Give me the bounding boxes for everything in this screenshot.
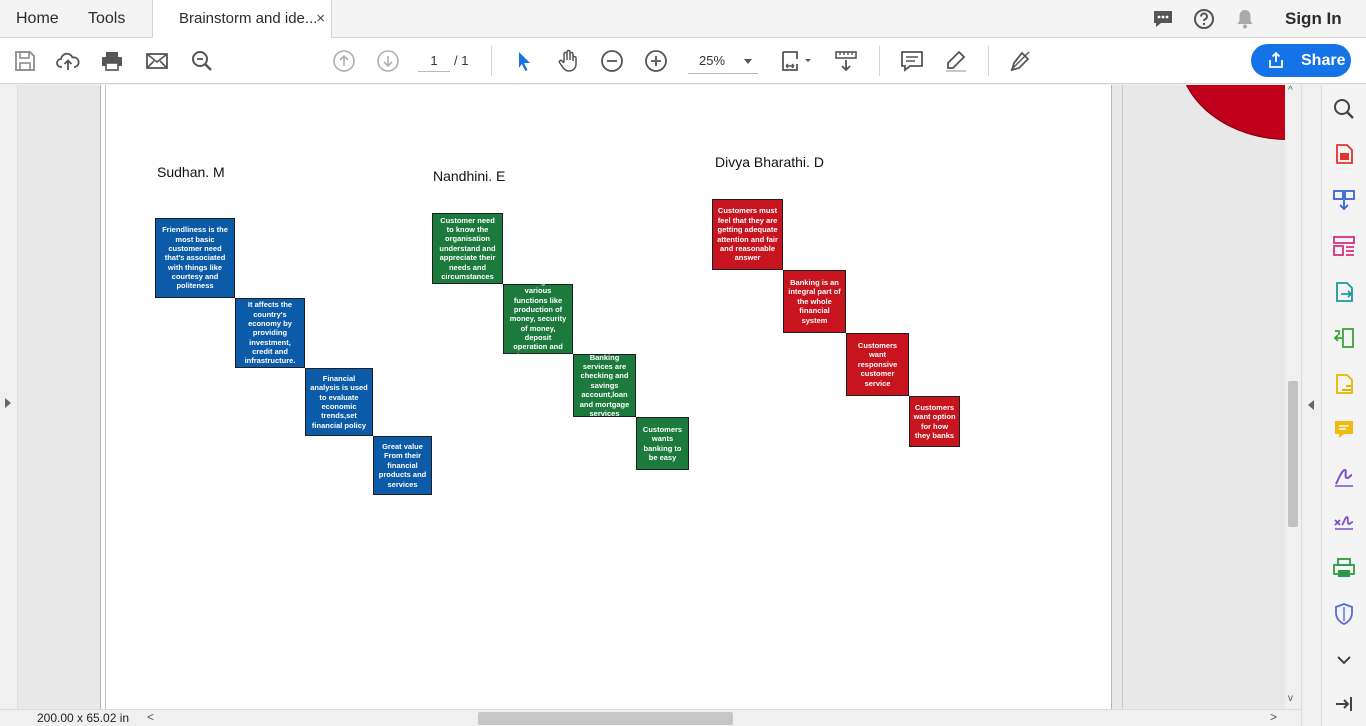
left-panel-toggle[interactable]	[0, 85, 18, 709]
comment-icon[interactable]	[900, 49, 924, 73]
previous-page-icon[interactable]	[332, 49, 356, 73]
save-icon[interactable]	[13, 49, 37, 73]
vertical-scrollbar[interactable]: ^ v	[1285, 85, 1301, 709]
tab-home[interactable]: Home	[16, 0, 59, 38]
fill-sign-icon[interactable]	[1332, 464, 1356, 488]
more-tools-chevron-icon[interactable]	[1332, 648, 1356, 672]
select-cursor-icon[interactable]	[512, 49, 536, 73]
page-fit-icon[interactable]	[780, 49, 814, 73]
pdf-page: Sudhan. M Friendliness is the most basic…	[100, 85, 1112, 709]
next-pdf-page: globa econom	[1122, 85, 1285, 709]
sticky-note[interactable]: Banking is an integral part of the whole…	[783, 270, 846, 333]
zoom-level-value: 25%	[699, 53, 726, 68]
red-circle-shape: globa econom	[1178, 85, 1285, 140]
edit-pdf-icon[interactable]	[1332, 372, 1356, 396]
scroll-mode-icon[interactable]	[834, 49, 858, 73]
scroll-down-arrow-icon[interactable]: v	[1288, 693, 1293, 704]
sticky-note[interactable]: Banking has various functions like produ…	[503, 277, 573, 361]
help-icon[interactable]	[1193, 8, 1215, 30]
email-icon[interactable]	[145, 49, 169, 73]
page-size-label: 200.00 x 65.02 in	[37, 711, 130, 725]
share-icon	[1269, 51, 1283, 68]
sticky-note[interactable]: Financial analysis is used to evaluate e…	[305, 368, 373, 436]
scroll-left-arrow-icon[interactable]: <	[147, 710, 154, 724]
organize-pages-icon[interactable]	[1332, 234, 1356, 258]
request-signature-icon[interactable]	[1332, 510, 1356, 534]
right-panel-toggle[interactable]	[1301, 85, 1321, 726]
tab-bar: Home Tools Brainstorm and ide... × Sign …	[0, 0, 1366, 39]
sticky-note[interactable]: Customers want responsive customer servi…	[846, 333, 909, 396]
document-tab[interactable]: Brainstorm and ide... ×	[152, 0, 332, 39]
toolbar-divider	[879, 46, 880, 76]
share-button-label: Share	[1301, 52, 1346, 69]
highlight-pen-icon[interactable]	[944, 49, 968, 73]
combine-files-icon[interactable]	[1332, 188, 1356, 212]
next-page-icon[interactable]	[376, 49, 400, 73]
status-bar: 200.00 x 65.02 in < >	[0, 709, 1301, 726]
horizontal-scrollbar-thumb[interactable]	[478, 712, 733, 725]
hand-tool-icon[interactable]	[556, 49, 580, 73]
person-name-nandhini: Nandhini. E	[433, 168, 506, 184]
sticky-note[interactable]: Great value From their financial product…	[373, 436, 432, 495]
toolbar-divider	[491, 46, 492, 76]
vertical-scrollbar-thumb[interactable]	[1288, 381, 1298, 527]
page-total: / 1	[454, 53, 469, 68]
zoom-in-icon[interactable]	[644, 49, 668, 73]
tools-panel	[1321, 85, 1366, 726]
search-zoom-icon[interactable]	[190, 49, 214, 73]
person-name-sudhan: Sudhan. M	[157, 164, 225, 180]
compress-pdf-icon[interactable]	[1332, 326, 1356, 350]
collapse-right-arrow-icon	[1308, 400, 1314, 410]
protect-shield-icon[interactable]	[1332, 602, 1356, 626]
zoom-search-icon[interactable]	[1332, 97, 1356, 121]
sign-pen-icon[interactable]	[1008, 49, 1032, 73]
close-tab-icon[interactable]: ×	[316, 0, 325, 38]
sticky-note[interactable]: Customers must feel that they are gettin…	[712, 199, 783, 270]
notifications-bell-icon[interactable]	[1234, 8, 1256, 30]
expand-left-arrow-icon	[5, 398, 11, 408]
document-viewport[interactable]: Sudhan. M Friendliness is the most basic…	[18, 85, 1285, 709]
sticky-note[interactable]: Customers wants banking to be easy	[636, 417, 689, 470]
comment-tool-icon[interactable]	[1332, 418, 1356, 442]
person-name-divya: Divya Bharathi. D	[715, 154, 824, 170]
collapse-panel-icon[interactable]	[1332, 692, 1356, 716]
tab-tools[interactable]: Tools	[88, 0, 125, 38]
sticky-note[interactable]: It affects the country's economy by prov…	[235, 298, 305, 368]
toolbar-divider	[988, 46, 989, 76]
scroll-up-arrow-icon[interactable]: ^	[1288, 85, 1293, 96]
document-tab-title: Brainstorm and ide...	[179, 10, 318, 27]
share-button[interactable]: Share	[1251, 44, 1351, 77]
chevron-down-icon	[744, 59, 752, 64]
zoom-out-icon[interactable]	[600, 49, 624, 73]
sticky-note[interactable]: Friendliness is the most basic customer …	[155, 218, 235, 298]
print-production-icon[interactable]	[1332, 556, 1356, 580]
sign-in-link[interactable]: Sign In	[1285, 0, 1342, 38]
sticky-note[interactable]: Customers want option for how they banks	[909, 396, 960, 447]
page-number-input[interactable]: 1	[418, 50, 450, 72]
sticky-note[interactable]: Customer need to know the organisation u…	[432, 213, 503, 284]
zoom-level-dropdown[interactable]: 25%	[688, 50, 758, 74]
print-icon[interactable]	[100, 49, 124, 73]
comments-icon[interactable]	[1152, 8, 1174, 30]
sticky-note[interactable]: Banking services are checking and saving…	[573, 353, 636, 418]
cloud-upload-icon[interactable]	[56, 49, 80, 73]
toolbar: 1 / 1 25% Share	[0, 38, 1366, 84]
create-pdf-icon[interactable]	[1332, 142, 1356, 166]
export-pdf-icon[interactable]	[1332, 280, 1356, 304]
scroll-right-arrow-icon[interactable]: >	[1270, 710, 1277, 724]
page-border-line	[105, 85, 106, 709]
